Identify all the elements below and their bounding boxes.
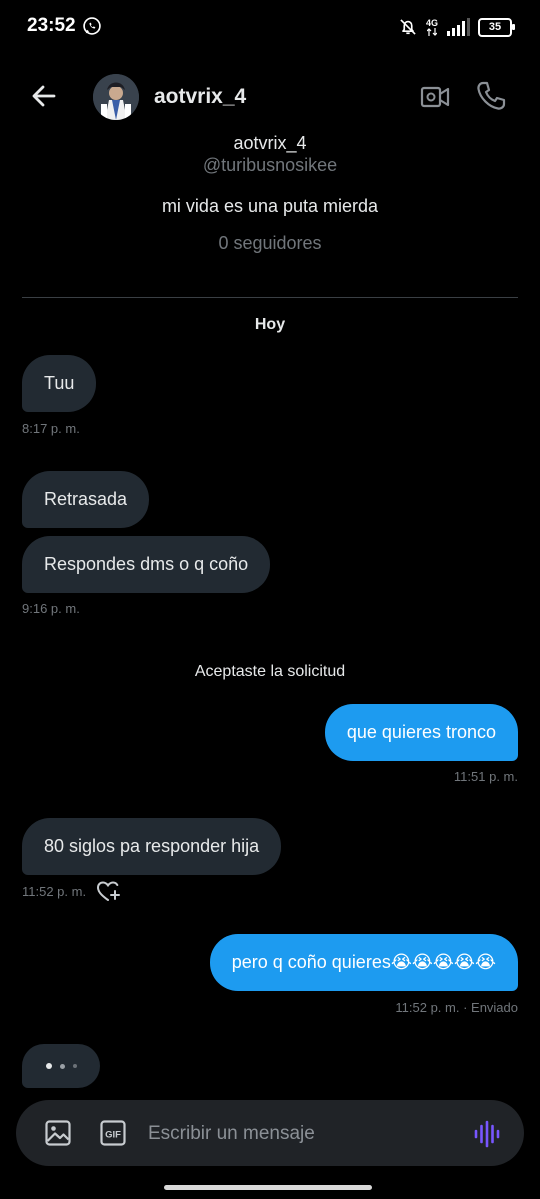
divider	[22, 297, 518, 298]
day-label: Hoy	[254, 316, 286, 333]
data-arrows-icon	[426, 27, 437, 36]
typing-dot	[45, 1063, 52, 1069]
system-note: Aceptaste la solicitud	[194, 663, 346, 680]
battery-icon: 35	[478, 17, 515, 37]
profile-followers: 0 seguidores	[218, 233, 322, 253]
mute-bell-icon	[400, 19, 416, 35]
network-type: 4G	[425, 17, 438, 28]
message-bubble-incoming[interactable]: 80 siglos pa responder hija	[22, 818, 282, 875]
network-indicator: 4G	[425, 17, 438, 36]
profile-bio: mi vida es una puta mierda	[161, 196, 379, 216]
profile-handle: @turibusnosikee	[202, 155, 338, 175]
signal-strength-icon	[447, 18, 470, 36]
message-bubble-incoming[interactable]: Tuu	[22, 355, 97, 412]
message-bubble-incoming[interactable]: Retrasada	[22, 471, 150, 528]
avatar-image	[93, 74, 139, 120]
message-bubble-outgoing[interactable]: pero q coño quieres😭😭😭😭😭	[209, 934, 518, 991]
video-call-icon[interactable]	[418, 80, 452, 114]
gif-label: GIF	[105, 1130, 121, 1141]
back-arrow-icon[interactable]	[28, 80, 60, 112]
typing-dot	[72, 1064, 77, 1068]
typing-indicator	[22, 1044, 100, 1088]
add-reaction-heart-icon[interactable]	[96, 880, 120, 902]
profile-name: aotvrix_4	[233, 133, 307, 153]
message-timestamp: 11:52 p. m.	[22, 884, 87, 899]
gif-icon[interactable]: GIF	[100, 1120, 126, 1146]
status-bar: 23:52 4G 35	[0, 0, 540, 56]
typing-dot	[59, 1063, 65, 1069]
status-time: 23:52	[27, 15, 76, 36]
avatar[interactable]	[93, 74, 139, 120]
image-icon[interactable]	[44, 1119, 72, 1147]
voice-message-icon[interactable]	[472, 1119, 502, 1149]
message-timestamp: 8:17 p. m.	[22, 421, 80, 436]
message-bubble-outgoing[interactable]: que quieres tronco	[324, 704, 518, 761]
whatsapp-notification-icon	[83, 17, 101, 35]
header-username[interactable]: aotvrix_4	[154, 85, 246, 109]
message-timestamp: 11:51 p. m.	[453, 769, 518, 784]
message-timestamp: 11:52 p. m. · Enviado	[395, 1000, 518, 1015]
message-composer: GIF	[16, 1100, 524, 1166]
status-icons: 4G 35	[398, 14, 515, 40]
conversation-header: aotvrix_4	[0, 60, 540, 132]
message-bubble-incoming[interactable]: Respondes dms o q coño	[22, 536, 271, 593]
phone-call-icon[interactable]	[474, 79, 508, 113]
home-indicator[interactable]	[164, 1185, 372, 1190]
message-input[interactable]	[146, 1118, 450, 1150]
message-timestamp: 9:16 p. m.	[22, 601, 80, 616]
